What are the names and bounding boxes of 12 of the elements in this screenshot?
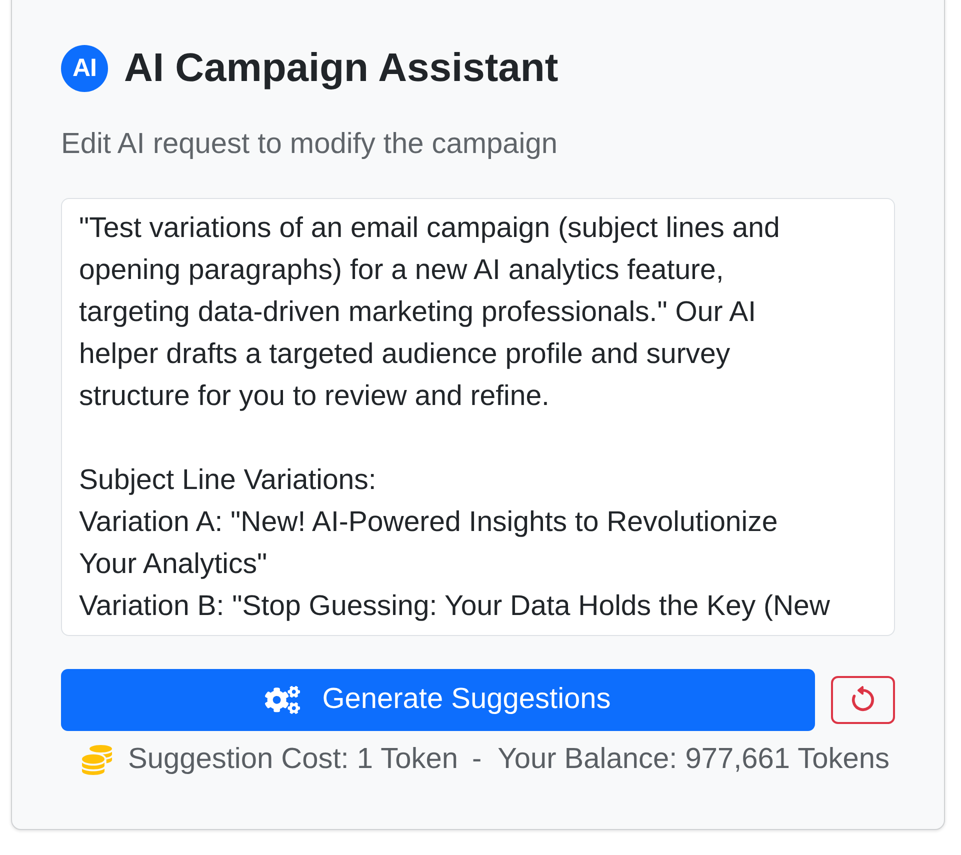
balance-text: Your Balance: 977,661 Tokens <box>498 742 890 777</box>
ai-badge: AI <box>61 45 108 92</box>
gears-icon <box>265 686 300 714</box>
reset-button[interactable] <box>831 676 895 724</box>
counterclockwise-arrow-icon <box>849 686 877 714</box>
panel-title: AI Campaign Assistant <box>124 45 558 92</box>
cost-text: Suggestion Cost: 1 Token <box>128 742 458 777</box>
instruction-text: Edit AI request to modify the campaign <box>61 127 558 162</box>
coins-icon <box>82 744 112 774</box>
generate-suggestions-button[interactable]: Generate Suggestions <box>61 669 815 731</box>
request-textarea[interactable]: "Test variations of an email campaign (subject lines and opening paragraphs) for a new AI analytics feature, targeting data-driven marketing professionals." Our AI helper drafts a targeted audience profile and survey structure for you to review and refine. Subject Line Variations: Variation A: "New! AI-Powered Insights to Revolutionize Your Analytics" Variation B: "Stop Guessing: Your Data Holds the Key (New <box>61 198 895 636</box>
separator-text: - <box>472 742 482 777</box>
